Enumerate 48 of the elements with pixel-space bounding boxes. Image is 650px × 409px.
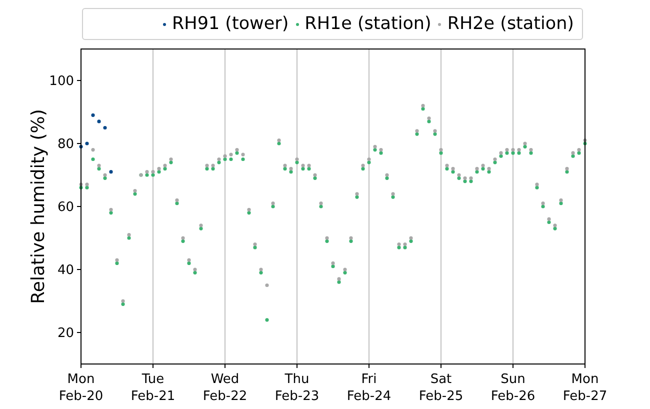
y-tick	[76, 269, 82, 270]
data-point	[265, 318, 269, 322]
tick-label: Wed	[210, 372, 240, 387]
y-tick	[76, 206, 82, 207]
tick-label: Mon	[67, 372, 95, 387]
tick-label: 100	[49, 74, 74, 89]
x-tick	[584, 364, 586, 368]
data-point	[91, 148, 95, 152]
tick-label: Feb-23	[274, 389, 320, 404]
tick-label: Feb-25	[418, 389, 464, 404]
tick-label: Feb-21	[130, 389, 176, 404]
tick-label: Mon	[571, 372, 599, 387]
x-tick	[368, 364, 370, 368]
y-tick	[76, 332, 82, 333]
legend-label: RH1e (station)	[304, 14, 432, 34]
data-point	[91, 113, 95, 117]
tick-label: Sun	[500, 372, 526, 387]
tick-label: 20	[57, 326, 74, 341]
data-point	[91, 157, 95, 162]
tick-label: Feb-27	[562, 389, 608, 404]
tick-label: Fri	[361, 372, 377, 387]
axis-label: Relative humidity (%)	[28, 109, 49, 304]
y-tick	[76, 80, 82, 81]
legend-label: RH2e (station)	[447, 14, 574, 34]
y-tick	[76, 143, 82, 144]
data-point	[103, 126, 107, 130]
data-point	[79, 144, 83, 148]
tick-label: Feb-22	[202, 389, 248, 404]
tick-label: 40	[57, 263, 74, 278]
x-tick	[512, 364, 514, 368]
x-tick	[80, 364, 82, 368]
tick-label: Feb-26	[490, 389, 536, 404]
tick-label: Sat	[430, 372, 452, 387]
tick-label: Thu	[284, 372, 310, 387]
x-tick	[152, 364, 154, 368]
tick-label: Feb-20	[58, 389, 104, 404]
data-point	[85, 142, 89, 146]
data-point	[109, 170, 113, 174]
tick-label: 80	[57, 137, 74, 152]
data-point	[265, 283, 269, 288]
x-tick	[224, 364, 226, 368]
legend-label: RH91 (tower)	[172, 14, 289, 34]
tick-label: Feb-24	[346, 389, 392, 404]
data-point	[97, 120, 101, 124]
tick-label: 60	[57, 200, 74, 215]
x-tick	[440, 364, 442, 368]
x-tick	[296, 364, 298, 368]
tick-label: Tue	[142, 372, 164, 387]
